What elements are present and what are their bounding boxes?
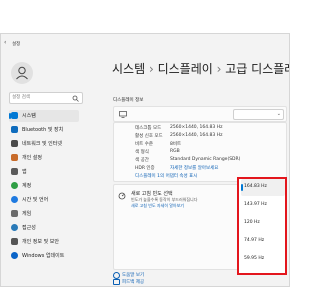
detail-label: HDR 인증 — [135, 166, 155, 171]
refresh-rate-icon — [118, 192, 126, 200]
detail-label: 비트 수준 — [135, 142, 153, 147]
shield-icon — [11, 238, 18, 245]
avatar[interactable] — [11, 62, 33, 84]
refresh-rate-option-label: 120 Hz — [244, 220, 260, 225]
breadcrumb: 시스템 › 디스플레이 › 고급 디스플레이 — [112, 60, 289, 77]
section-title: 디스플레이 정보 — [113, 98, 144, 103]
detail-label: 색 형식 — [135, 150, 149, 155]
sidebar-item-label: 게임 — [22, 211, 32, 217]
detail-value: RGB — [170, 149, 180, 154]
refresh-rate-option-label: 164.83 Hz — [244, 184, 267, 189]
account-icon — [11, 182, 18, 189]
display-select[interactable]: ⌄ — [233, 109, 284, 120]
adapter-properties-link[interactable]: 디스플레이 1의 어댑터 속성 표시 — [135, 173, 197, 179]
detail-label: 색 공간 — [135, 158, 149, 163]
breadcrumb-advanced-display: 고급 디스플레이 — [225, 62, 289, 76]
window-title: 설정 — [12, 42, 21, 47]
sidebar-item-label: 개인 정보 및 보안 — [22, 239, 59, 245]
network-icon — [11, 140, 18, 147]
back-button[interactable]: ‹ — [4, 40, 10, 46]
accessibility-icon — [11, 224, 18, 231]
sidebar-item-network[interactable]: 네트워크 및 인터넷 — [9, 138, 79, 150]
user-icon — [16, 66, 28, 80]
breadcrumb-display[interactable]: 디스플레이 — [158, 62, 213, 76]
monitor-icon — [11, 112, 18, 119]
refresh-rate-learn-more-link[interactable]: 새로 고침 빈도 자세히 알아보기 — [131, 203, 184, 209]
detail-label: 데스크톱 모드 — [135, 126, 162, 131]
screenshot-frame: ‹ 설정 시스템 Bluetooth 및 장치 — [0, 0, 300, 300]
sidebar-item-label: 시스템 — [22, 113, 36, 119]
breadcrumb-system[interactable]: 시스템 — [112, 62, 145, 76]
feedback-icon — [113, 279, 120, 285]
sidebar-item-gaming[interactable]: 게임 — [9, 208, 79, 220]
search-icon — [72, 95, 79, 102]
sidebar-item-label: 시간 및 언어 — [22, 197, 49, 203]
update-icon — [11, 252, 18, 259]
detail-label: 활성 신호 모드 — [135, 134, 163, 139]
refresh-rate-title: 새로 고침 빈도 선택 — [131, 191, 173, 197]
detail-value: 2560×1440, 164.83 Hz — [170, 125, 223, 130]
sidebar-item-accounts[interactable]: 계정 — [9, 180, 79, 192]
bluetooth-icon — [11, 126, 18, 133]
selected-indicator — [241, 184, 243, 191]
sidebar-item-time-language[interactable]: 시간 및 언어 — [9, 194, 79, 206]
search-box[interactable] — [9, 92, 83, 104]
hdr-learn-more-link[interactable]: 자세한 정보를 알아보세요 — [170, 165, 218, 171]
refresh-rate-option-label: 59.95 Hz — [244, 256, 265, 261]
search-input[interactable] — [12, 94, 70, 101]
feedback-link[interactable]: 피드백 제공 — [122, 279, 144, 285]
chevron-down-icon: ⌄ — [276, 111, 281, 117]
sidebar-item-label: Windows 업데이트 — [22, 253, 65, 259]
help-icon — [113, 272, 120, 279]
monitor-icon — [119, 110, 127, 118]
game-icon — [11, 210, 18, 217]
refresh-rate-option-label: 143.97 Hz — [244, 202, 267, 207]
refresh-rate-option[interactable]: 143.97 Hz — [241, 197, 285, 214]
get-help-link[interactable]: 도움말 보기 — [122, 272, 144, 278]
refresh-rate-option[interactable]: 120 Hz — [241, 215, 285, 232]
refresh-rate-option-label: 74.97 Hz — [244, 238, 265, 243]
settings-window: ‹ 설정 시스템 Bluetooth 및 장치 — [0, 33, 290, 287]
display-select-row: ⌄ — [113, 106, 287, 122]
sidebar-item-personalization[interactable]: 개인 설정 — [9, 152, 79, 164]
sidebar-item-label: 네트워크 및 인터넷 — [22, 141, 62, 147]
sidebar-item-label: 계정 — [22, 183, 32, 189]
refresh-rate-option[interactable]: 164.83 Hz — [241, 179, 285, 196]
sidebar-item-privacy[interactable]: 개인 정보 및 보안 — [9, 236, 79, 248]
sidebar-item-apps[interactable]: 앱 — [9, 166, 79, 178]
breadcrumb-separator: › — [148, 62, 154, 76]
apps-icon — [11, 168, 18, 175]
sidebar-item-bluetooth[interactable]: Bluetooth 및 장치 — [9, 124, 79, 136]
brush-icon — [11, 154, 18, 161]
breadcrumb-separator: › — [216, 62, 222, 76]
sidebar-item-label: Bluetooth 및 장치 — [22, 127, 64, 133]
sidebar-item-system[interactable]: 시스템 — [9, 110, 79, 122]
sidebar-item-accessibility[interactable]: 접근성 — [9, 222, 79, 234]
sidebar-item-label: 앱 — [22, 169, 27, 175]
sidebar-item-label: 접근성 — [22, 225, 36, 231]
sidebar-item-windows-update[interactable]: Windows 업데이트 — [9, 250, 79, 262]
globe-icon — [11, 196, 18, 203]
detail-value: 2560×1440, 164.83 Hz — [170, 133, 223, 138]
detail-value: 8비트 — [170, 142, 182, 147]
refresh-rate-option[interactable]: 59.95 Hz — [241, 251, 285, 268]
sidebar-item-label: 개인 설정 — [22, 155, 42, 161]
detail-value: Standard Dynamic Range(SDR) — [170, 157, 241, 162]
refresh-rate-option[interactable]: 74.97 Hz — [241, 233, 285, 250]
